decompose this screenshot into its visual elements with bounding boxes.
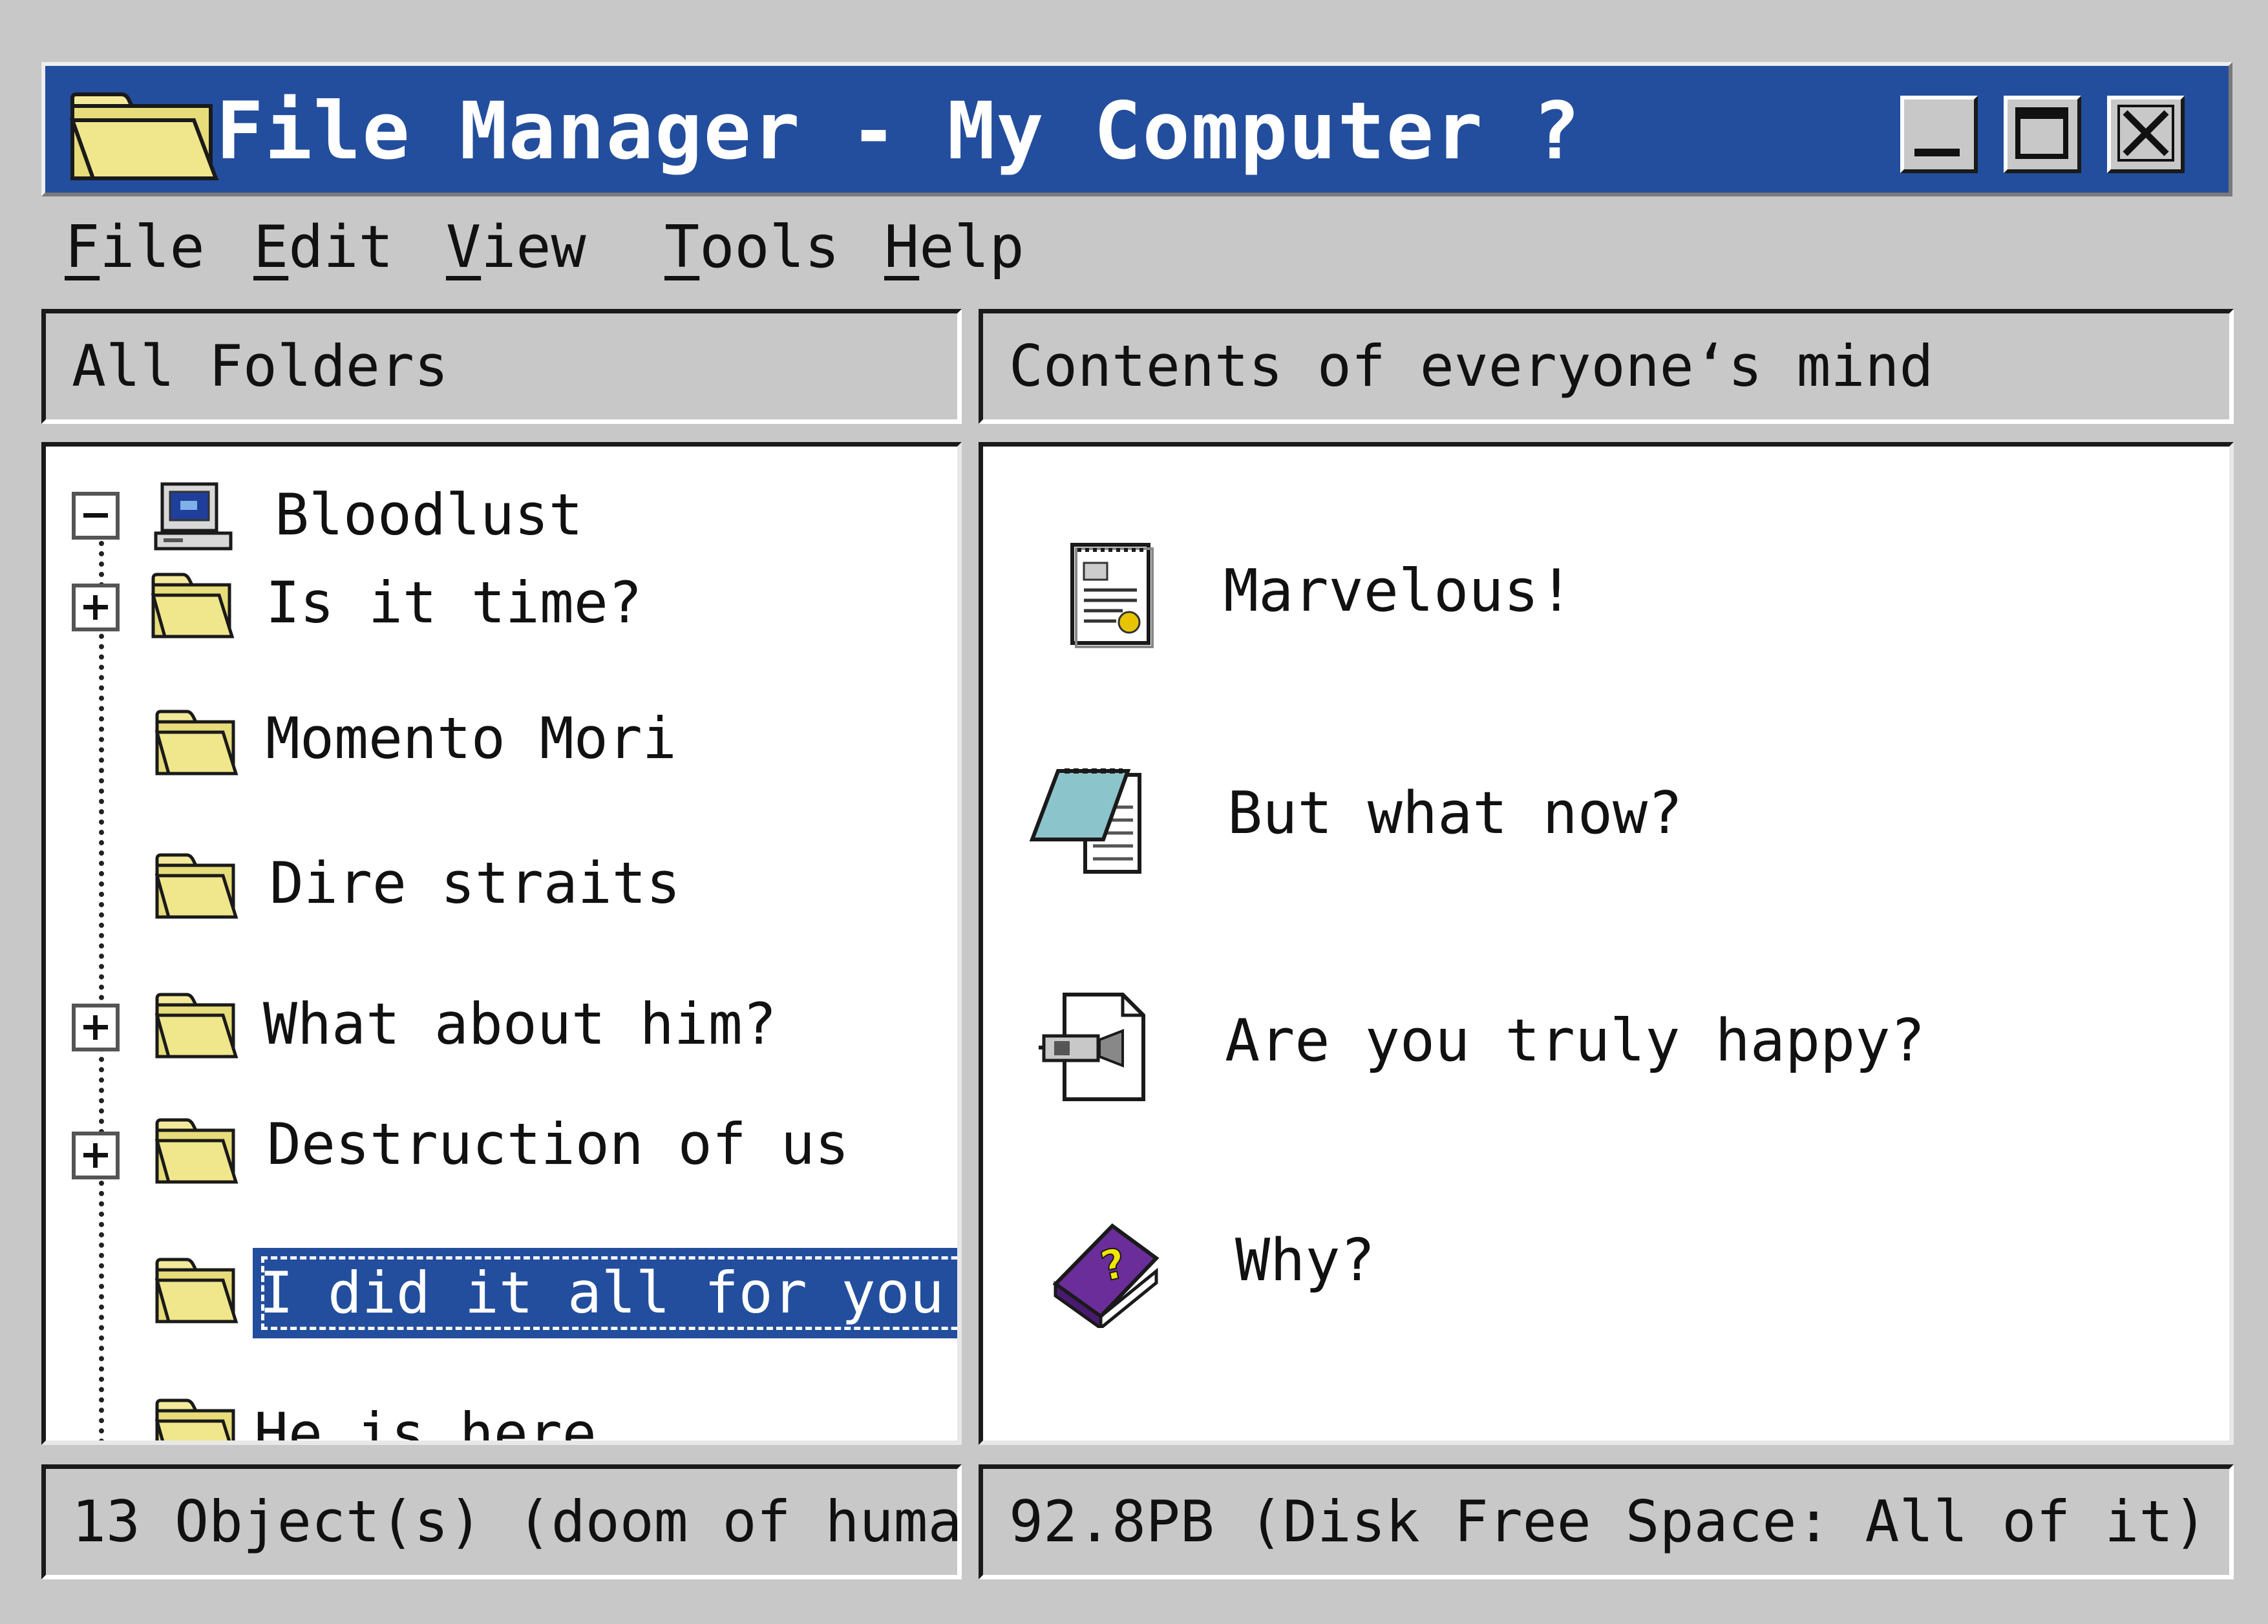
tree-item-label[interactable]: Bloodlust — [275, 476, 583, 554]
folder-icon — [69, 92, 219, 180]
file-item-marvelous[interactable]: Marvelous! — [983, 523, 2224, 665]
tree-item-dire-straits[interactable]: Dire straits — [46, 841, 957, 931]
file-label: But what now? — [1227, 779, 1683, 847]
notepad-icon — [1029, 768, 1141, 874]
menu-file-mnemonic: F — [65, 213, 100, 281]
file-label: Are you truly happy? — [1225, 1007, 1925, 1075]
tree-item-label[interactable]: What about him? — [263, 986, 777, 1063]
tree-item-i-did-it-all-for-you[interactable]: I did it all for you <3 — [46, 1248, 957, 1338]
help-book-icon: ? — [1052, 1223, 1160, 1328]
all-folders-header: All Folders — [41, 309, 962, 424]
window-title: File Manager - My Computer ? — [216, 85, 1582, 177]
menu-tools-mnemonic: T — [664, 213, 700, 281]
tree-item-is-it-time[interactable]: Is it time? — [46, 560, 957, 651]
close-button[interactable] — [2107, 96, 2185, 173]
tree-item-label[interactable]: Dire straits — [270, 845, 681, 922]
folder-icon — [154, 1118, 238, 1184]
menu-help[interactable]: Help — [884, 206, 1024, 290]
expand-toggle[interactable] — [72, 1004, 120, 1051]
tree-item-label[interactable]: Destruction of us — [267, 1106, 849, 1183]
menu-edit-mnemonic: E — [253, 213, 289, 281]
folder-icon — [154, 1258, 238, 1323]
tree-item-bloodlust[interactable]: Bloodlust — [46, 472, 957, 563]
minimize-button[interactable] — [1900, 96, 1978, 173]
tree-item-label-selected[interactable]: I did it all for you <3 — [253, 1248, 957, 1338]
minus-icon — [83, 513, 108, 518]
folder-icon — [154, 853, 238, 919]
tree-item-label[interactable]: Momento Mori — [266, 700, 677, 777]
file-label: Why? — [1235, 1227, 1375, 1294]
menu-tools-label: ools — [699, 213, 840, 281]
tree-item-he-is-here[interactable]: He is here — [46, 1395, 957, 1440]
plus-icon — [83, 1015, 108, 1040]
menu-view-mnemonic: V — [446, 213, 482, 281]
computer-icon — [154, 482, 233, 551]
menu-view-label: iew — [481, 213, 586, 281]
tree-item-label[interactable]: He is here — [254, 1395, 597, 1440]
menu-edit-label: dit — [288, 213, 394, 281]
title-bar[interactable]: File Manager - My Computer ? — [41, 62, 2232, 196]
plus-icon — [83, 1143, 108, 1168]
menu-edit[interactable]: Edit — [253, 206, 394, 290]
file-item-are-you-truly-happy[interactable]: Are you truly happy? — [983, 976, 2224, 1119]
menu-file-label: ile — [100, 213, 205, 281]
file-item-but-what-now[interactable]: But what now? — [983, 749, 2224, 891]
status-object-count: 13 Object(s) (doom of humani — [41, 1464, 962, 1579]
video-file-icon — [1039, 993, 1145, 1101]
contents-header: Contents of everyone‘s mind — [979, 309, 2234, 424]
folder-icon — [154, 710, 238, 775]
plus-icon — [83, 595, 108, 620]
tree-item-label[interactable]: Is it time? — [266, 564, 642, 642]
close-icon — [2117, 105, 2174, 162]
expand-toggle[interactable] — [72, 584, 120, 631]
file-list-pane[interactable]: Marvelous! But what now? Are you truly h… — [979, 442, 2234, 1445]
expand-toggle[interactable] — [72, 1132, 120, 1179]
file-manager-window: File Manager - My Computer ? File Edit V… — [0, 0, 2268, 1624]
tree-item-destruction-of-us[interactable]: Destruction of us — [46, 1106, 957, 1196]
certificate-document-icon — [1070, 543, 1154, 648]
folder-icon — [151, 573, 235, 638]
menu-file[interactable]: File — [65, 206, 205, 290]
folder-tree-pane[interactable]: Bloodlust Is it time? Momento Mori Dire … — [41, 442, 962, 1445]
folder-icon — [154, 1398, 235, 1440]
status-disk-space: 92.8PB (Disk Free Space: All of it) — [979, 1464, 2234, 1579]
menu-help-mnemonic: H — [884, 213, 920, 281]
menu-view[interactable]: View — [446, 206, 586, 290]
minimize-icon — [1914, 149, 1960, 156]
menu-help-label: elp — [919, 213, 1024, 281]
folder-icon — [154, 993, 238, 1059]
menu-tools[interactable]: Tools — [664, 206, 840, 290]
file-label: Marvelous! — [1224, 557, 1574, 625]
maximize-icon — [2015, 107, 2068, 159]
file-item-why[interactable]: ? Why? — [983, 1199, 2224, 1341]
maximize-button[interactable] — [2004, 96, 2081, 173]
collapse-toggle[interactable] — [72, 492, 120, 540]
tree-item-what-about-him[interactable]: What about him? — [46, 980, 957, 1071]
tree-item-momento-mori[interactable]: Momento Mori — [46, 697, 957, 788]
